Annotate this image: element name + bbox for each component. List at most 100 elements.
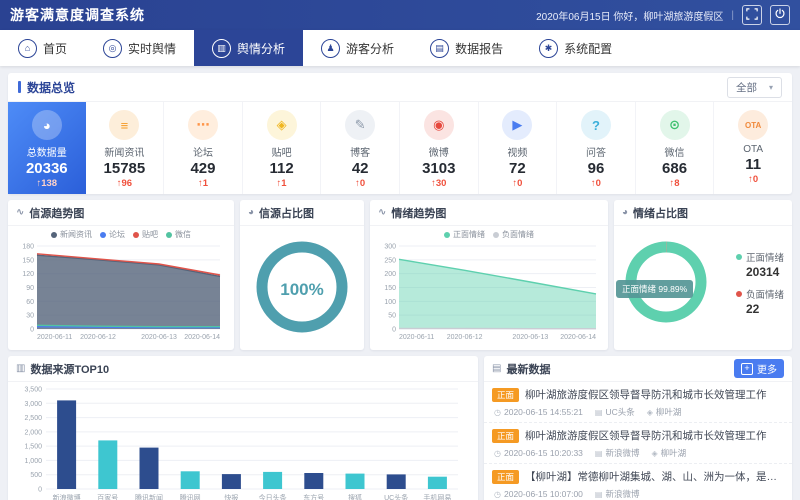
- svg-text:新浪微博: 新浪微博: [53, 493, 81, 500]
- chevron-down-icon: ▾: [769, 83, 773, 92]
- top10-bar-chart[interactable]: 05001,0001,5002,0002,5003,0003,500新浪微博百家…: [12, 384, 466, 500]
- legend-dot-positive: [736, 254, 742, 260]
- tag-icon: ◈: [267, 110, 297, 140]
- top10-panel: ▥数据来源TOP10 05001,0001,5002,0002,5003,000…: [8, 356, 478, 500]
- list-item[interactable]: 正面柳叶湖旅游度假区领导督导防汛和城市长效管理工作 ◷2020-06-15 10…: [484, 423, 792, 464]
- pie-chart-icon: ◕: [32, 110, 62, 140]
- svg-text:搜狐: 搜狐: [348, 493, 362, 500]
- list-item[interactable]: 正面柳叶湖旅游度假区领导督导防汛和城市长效管理工作 ◷2020-06-15 14…: [484, 382, 792, 423]
- svg-text:2020-06-14: 2020-06-14: [560, 334, 596, 341]
- svg-text:东方号: 东方号: [303, 493, 324, 500]
- data-overview-panel: 数据总览 全部 ▾ ◕总数据量20336↑138 ≡新闻资讯15785↑96 ⋯…: [8, 73, 792, 194]
- legend-value-positive: 20314: [746, 265, 784, 279]
- pie-icon: ◕: [248, 207, 254, 218]
- stat-card-ota[interactable]: OTAOTA11↑0: [714, 102, 792, 194]
- svg-text:2020-06-11: 2020-06-11: [37, 334, 72, 341]
- stat-card-weibo[interactable]: ◉微博3103↑30: [400, 102, 479, 194]
- svg-text:腾讯新闻: 腾讯新闻: [135, 493, 163, 500]
- nav-item-analysis[interactable]: ▥舆情分析: [194, 30, 303, 66]
- svg-text:手机网易: 手机网易: [423, 493, 451, 500]
- news-title: 柳叶湖旅游度假区领导督导防汛和城市长效管理工作: [525, 387, 767, 402]
- svg-text:0: 0: [392, 327, 396, 334]
- nav-label: 首页: [43, 40, 67, 57]
- fullscreen-button[interactable]: [742, 5, 762, 25]
- svg-text:2,000: 2,000: [24, 429, 42, 436]
- filter-select[interactable]: 全部 ▾: [727, 77, 782, 98]
- stat-card-qa[interactable]: ?问答96↑0: [557, 102, 636, 194]
- divider: |: [731, 10, 734, 21]
- svg-text:100: 100: [384, 299, 396, 306]
- svg-text:250: 250: [384, 257, 396, 264]
- source-icon: ▤: [595, 490, 603, 499]
- source-share-panel: ◕信源占比图 100%: [240, 200, 364, 350]
- legend-dot-negative: [736, 291, 742, 297]
- news-icon: ≡: [109, 110, 139, 140]
- svg-text:50: 50: [388, 313, 396, 320]
- source-share-chart[interactable]: 100%: [255, 240, 349, 339]
- line-chart-icon: ∿: [378, 207, 386, 218]
- svg-text:百家号: 百家号: [97, 493, 118, 500]
- power-icon: [774, 8, 786, 23]
- svg-text:150: 150: [384, 285, 396, 292]
- location-icon: ◈: [647, 408, 653, 417]
- sentiment-legend: 正面情绪 20314 负面情绪 22: [736, 250, 784, 324]
- svg-text:2020-06-11: 2020-06-11: [399, 334, 434, 341]
- sentiment-badge: 正面: [492, 388, 519, 402]
- nav-item-settings[interactable]: ✱系统配置: [521, 30, 630, 66]
- svg-text:2020-06-14: 2020-06-14: [184, 334, 220, 341]
- svg-text:3,500: 3,500: [24, 387, 42, 394]
- svg-text:200: 200: [384, 271, 396, 278]
- news-title: 柳叶湖旅游度假区领导督导防汛和城市长效管理工作: [525, 428, 767, 443]
- source-trend-chart[interactable]: 03060901201501802020-06-112020-06-122020…: [12, 241, 226, 341]
- latest-list: 正面柳叶湖旅游度假区领导督导防汛和城市长效管理工作 ◷2020-06-15 14…: [484, 382, 792, 500]
- svg-text:0: 0: [30, 327, 34, 334]
- filter-value: 全部: [736, 80, 757, 95]
- svg-text:快报: 快报: [224, 493, 238, 500]
- sentiment-trend-chart[interactable]: 0501001502002503002020-06-112020-06-1220…: [374, 241, 602, 341]
- svg-text:UC头条: UC头条: [384, 493, 408, 500]
- stat-card-news[interactable]: ≡新闻资讯15785↑96: [86, 102, 165, 194]
- line-chart-icon: ∿: [16, 207, 24, 218]
- chart-icon: ▥: [212, 39, 231, 58]
- nav-item-report[interactable]: ▤数据报告: [412, 30, 521, 66]
- nav-item-home[interactable]: ⌂ 首页: [0, 30, 85, 66]
- pencil-icon: ✎: [345, 110, 375, 140]
- app-title: 游客满意度调查系统: [10, 5, 145, 25]
- source-trend-panel: ∿信源趋势图 新闻资讯论坛贴吧微信 03060901201501802020-0…: [8, 200, 234, 350]
- gear-icon: ✱: [539, 39, 558, 58]
- svg-text:60: 60: [26, 299, 34, 306]
- stat-card-wechat[interactable]: ⊙微信686↑8: [636, 102, 715, 194]
- stat-card-blog[interactable]: ✎博客42↑0: [321, 102, 400, 194]
- nav-label: 数据报告: [455, 40, 503, 57]
- svg-text:150: 150: [22, 257, 34, 264]
- nav-item-realtime[interactable]: ◎实时舆情: [85, 30, 194, 66]
- chart-legend: 正面情绪负面情绪: [374, 228, 604, 241]
- title-marker: [18, 81, 21, 93]
- app-window: 游客满意度调查系统 2020年06月15日 你好，柳叶湖旅游度假区 |: [0, 0, 800, 500]
- power-button[interactable]: [770, 5, 790, 25]
- latest-data-panel: ▤最新数据 +更多 正面柳叶湖旅游度假区领导督导防汛和城市长效管理工作 ◷202…: [484, 356, 792, 500]
- bar-chart-icon: ▥: [16, 363, 25, 374]
- stat-card-tieba[interactable]: ◈贴吧112↑1: [243, 102, 322, 194]
- home-icon: ⌂: [18, 39, 37, 58]
- stat-card-total[interactable]: ◕总数据量20336↑138: [8, 102, 86, 194]
- svg-text:120: 120: [22, 271, 34, 278]
- svg-text:3,000: 3,000: [24, 401, 42, 408]
- nav-label: 游客分析: [346, 40, 394, 57]
- section-title: 数据总览: [18, 79, 75, 96]
- fullscreen-icon: [746, 8, 758, 23]
- chart-tooltip: 正面情绪 99.89%: [616, 280, 693, 298]
- main-nav: ⌂ 首页 ◎实时舆情 ▥舆情分析 ♟游客分析 ▤数据报告 ✱系统配置: [0, 30, 800, 66]
- list-item[interactable]: 正面【柳叶湖】常德柳叶湖集城、湖、山、洲为一体，是天然温... ◷2020-06…: [484, 464, 792, 500]
- stat-cards-row: ◕总数据量20336↑138 ≡新闻资讯15785↑96 ⋯论坛429↑1 ◈贴…: [8, 102, 792, 194]
- monitor-icon: ◎: [103, 39, 122, 58]
- chart-legend: 新闻资讯论坛贴吧微信: [12, 228, 230, 241]
- question-icon: ?: [581, 110, 611, 140]
- svg-text:180: 180: [22, 244, 34, 251]
- stat-card-forum[interactable]: ⋯论坛429↑1: [164, 102, 243, 194]
- stat-card-video[interactable]: ▶视频72↑0: [479, 102, 558, 194]
- panel-title: 情绪趋势图: [391, 205, 446, 221]
- more-button[interactable]: +更多: [734, 359, 784, 378]
- nav-item-visitor[interactable]: ♟游客分析: [303, 30, 412, 66]
- main-content: 数据总览 全部 ▾ ◕总数据量20336↑138 ≡新闻资讯15785↑96 ⋯…: [0, 66, 800, 500]
